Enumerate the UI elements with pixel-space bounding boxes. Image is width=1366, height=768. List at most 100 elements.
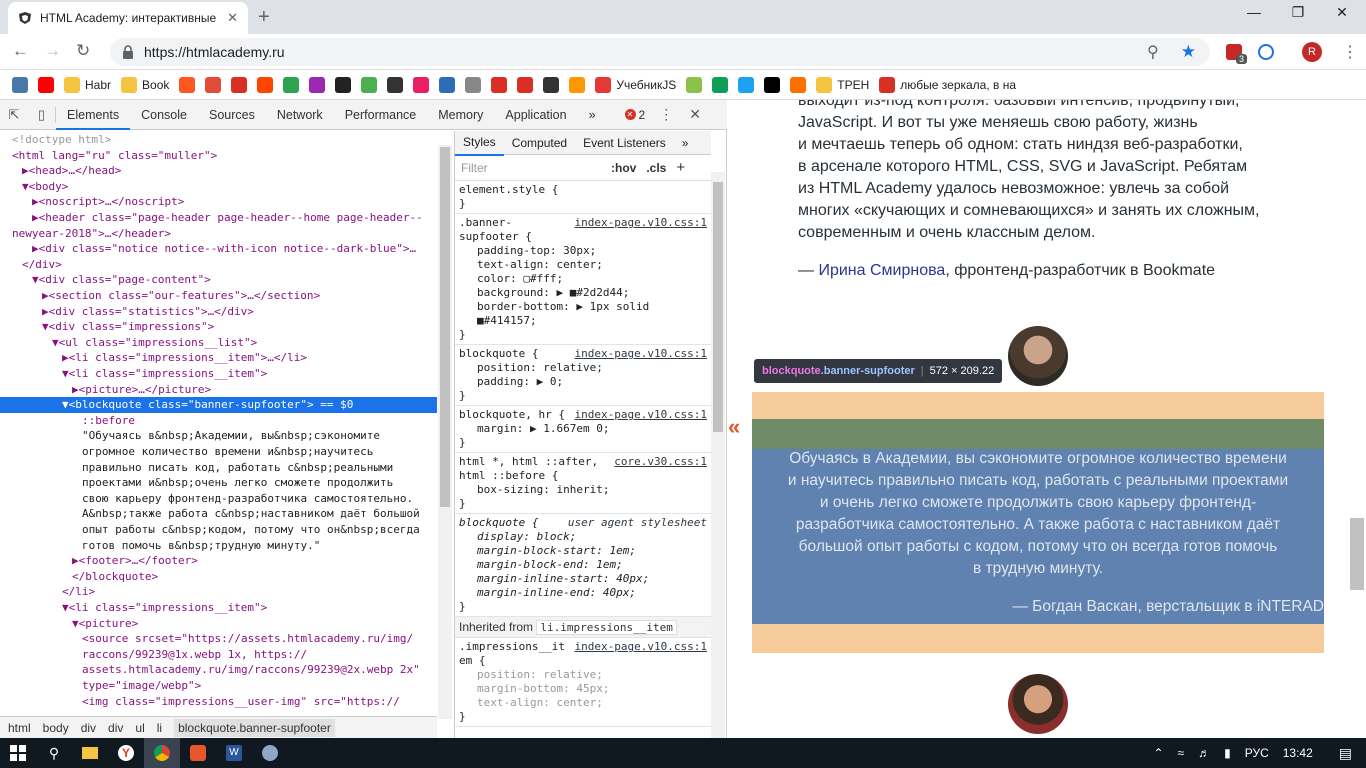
bookmark-item[interactable] [712, 76, 729, 93]
vpn-extension-icon[interactable] [1258, 44, 1274, 60]
bookmark-item[interactable]: УчебникJS [595, 76, 676, 93]
dom-node[interactable]: "Обучаясь в&nbsp;Академии, вы&nbsp;сэкон… [0, 428, 437, 444]
inherited-node[interactable]: li.impressions__item [536, 620, 677, 635]
breadcrumb-item[interactable]: html [8, 721, 31, 735]
dom-node[interactable]: опыт работы с&nbsp;кодом, потому что он&… [0, 522, 437, 538]
dom-node[interactable]: ▼<li class="impressions__item"> [0, 366, 437, 382]
rule-source-link[interactable]: index-page.v10.css:1 [575, 216, 707, 230]
dom-node[interactable]: assets.htmlacademy.ru/img/raccons/99239@… [0, 662, 437, 678]
breadcrumb-item[interactable]: ul [135, 721, 144, 735]
dom-node[interactable]: огромное количество времени и&nbsp;научи… [0, 444, 437, 460]
dom-node[interactable]: <source srcset="https://assets.htmlacade… [0, 631, 437, 647]
css-property[interactable]: margin-inline-end: 40px; [459, 586, 707, 600]
cls-toggle[interactable]: .cls [646, 161, 666, 175]
bookmark-item[interactable] [790, 76, 807, 93]
css-property[interactable]: margin: ▶ 1.667em 0; [459, 422, 707, 436]
styles-tab-computed[interactable]: Computed [504, 131, 575, 155]
dom-node[interactable]: <img class="impressions__user-img" src="… [0, 694, 437, 710]
devtools-more-tabs[interactable]: » [578, 100, 607, 130]
input-language[interactable]: РУС [1245, 746, 1269, 760]
clock[interactable]: 13:42 [1283, 746, 1313, 760]
start-icon[interactable] [0, 738, 36, 768]
devtools-tab-elements[interactable]: Elements [56, 100, 131, 130]
chrome-icon[interactable] [144, 738, 180, 768]
wifi-icon[interactable]: ≈ [1178, 746, 1185, 760]
author-link[interactable]: Ирина Смирнова [818, 262, 945, 279]
bookmark-item[interactable] [179, 76, 196, 93]
tray-expand-icon[interactable]: ⌃ [1153, 746, 1163, 760]
bookmark-item[interactable] [12, 76, 28, 93]
css-property[interactable]: text-align: center; [459, 258, 707, 272]
dom-node[interactable]: А&nbsp;также работа с&nbsp;наставником д… [0, 506, 437, 522]
css-property[interactable]: margin-block-end: 1em; [459, 558, 707, 572]
bookmark-item[interactable]: ТРЕН [816, 76, 869, 93]
bookmark-item[interactable] [361, 76, 378, 93]
dom-node[interactable]: ::before [0, 413, 437, 429]
forward-icon[interactable]: → [44, 41, 61, 61]
battery-icon[interactable]: ▮ [1224, 746, 1231, 760]
dom-node[interactable]: <!doctype html> [0, 132, 437, 148]
styles-tab-styles[interactable]: Styles [455, 131, 504, 156]
css-property[interactable]: box-sizing: inherit; [459, 483, 707, 497]
rule-source-link[interactable]: user agent stylesheet [568, 516, 707, 530]
bookmark-item[interactable] [231, 76, 248, 93]
dom-node[interactable]: </div> [0, 257, 437, 273]
rule-source-link[interactable]: index-page.v10.css:1 [575, 347, 707, 361]
hov-toggle[interactable]: :hov [611, 161, 636, 175]
breadcrumb-item[interactable]: li [157, 721, 162, 735]
volume-icon[interactable]: ♬ [1198, 746, 1210, 760]
css-property[interactable]: display: block; [459, 530, 707, 544]
browser-tab[interactable]: HTML Academy: интерактивные ✕ [8, 2, 248, 34]
dom-node[interactable]: ▶<div class="statistics">…</div> [0, 304, 437, 320]
tool-icon[interactable] [252, 738, 288, 768]
dom-node[interactable]: ▼<li class="impressions__item"> [0, 600, 437, 616]
inspect-icon[interactable]: ⇱ [0, 107, 28, 123]
bookmark-item[interactable] [387, 76, 404, 93]
menu-icon[interactable]: ⋮ [1342, 42, 1358, 62]
dom-node[interactable]: ▼<body> [0, 179, 437, 195]
rule-source-link[interactable]: core.v30.css:1 [614, 455, 707, 469]
css-property[interactable]: margin-inline-start: 40px; [459, 572, 707, 586]
bookmark-item[interactable] [335, 76, 352, 93]
search-icon[interactable]: ⚲ [36, 738, 72, 768]
css-property[interactable]: margin-bottom: 45px; [459, 682, 707, 696]
bookmark-item[interactable] [283, 76, 300, 93]
rule-source-link[interactable]: index-page.v10.css:1 [575, 640, 707, 654]
dom-node[interactable]: готов помочь в&nbsp;трудную минуту." [0, 538, 437, 554]
breadcrumb-item[interactable]: blockquote.banner-supfooter [174, 718, 335, 737]
page-scrollbar[interactable] [1350, 518, 1364, 590]
dom-node[interactable]: ▼<div class="page-content"> [0, 272, 437, 288]
dom-node[interactable]: ▶<noscript>…</noscript> [0, 194, 437, 210]
bookmark-item[interactable] [764, 76, 781, 93]
device-toggle-icon[interactable]: ▯ [28, 106, 56, 123]
breadcrumb-item[interactable]: div [81, 721, 96, 735]
css-property[interactable]: text-align: center; [459, 696, 707, 710]
reload-icon[interactable]: ↻ [76, 41, 90, 61]
bookmark-item[interactable] [465, 76, 482, 93]
key-icon[interactable]: ⚲ [1147, 42, 1159, 62]
bookmark-item[interactable]: Book [121, 76, 169, 93]
dom-node[interactable]: type="image/webp"> [0, 678, 437, 694]
dom-node[interactable]: </blockquote> [0, 569, 437, 585]
explorer-icon[interactable] [72, 738, 108, 768]
bookmark-item[interactable] [205, 76, 222, 93]
dom-node[interactable]: ▶<li class="impressions__item">…</li> [0, 350, 437, 366]
bookmark-item[interactable] [413, 76, 430, 93]
css-property[interactable]: background: ▶ ■#2d2d44; [459, 286, 707, 300]
dom-node-selected[interactable]: ▼<blockquote class="banner-supfooter"> =… [0, 397, 437, 414]
dom-node[interactable]: ▼<div class="impressions"> [0, 319, 437, 335]
bookmark-item[interactable]: любые зеркала, в на [879, 76, 1016, 93]
dom-node[interactable]: newyear-2018">…</header> [0, 226, 437, 242]
dom-node[interactable]: </li> [0, 584, 437, 600]
maximize-icon[interactable]: ❐ [1276, 4, 1320, 21]
new-rule-button[interactable]: + [676, 159, 685, 176]
css-property[interactable]: padding: ▶ 0; [459, 375, 707, 389]
word-icon[interactable]: W [216, 738, 252, 768]
css-property[interactable]: position: relative; [459, 361, 707, 375]
bookmark-item[interactable] [439, 76, 456, 93]
yandex-icon[interactable]: Y [108, 738, 144, 768]
breadcrumb-item[interactable]: div [108, 721, 123, 735]
css-property[interactable]: ■#414157; [459, 314, 707, 328]
dom-node[interactable]: raccons/99239@1x.webp 1x, https:// [0, 647, 437, 663]
window-close-icon[interactable]: ✕ [1320, 4, 1364, 21]
